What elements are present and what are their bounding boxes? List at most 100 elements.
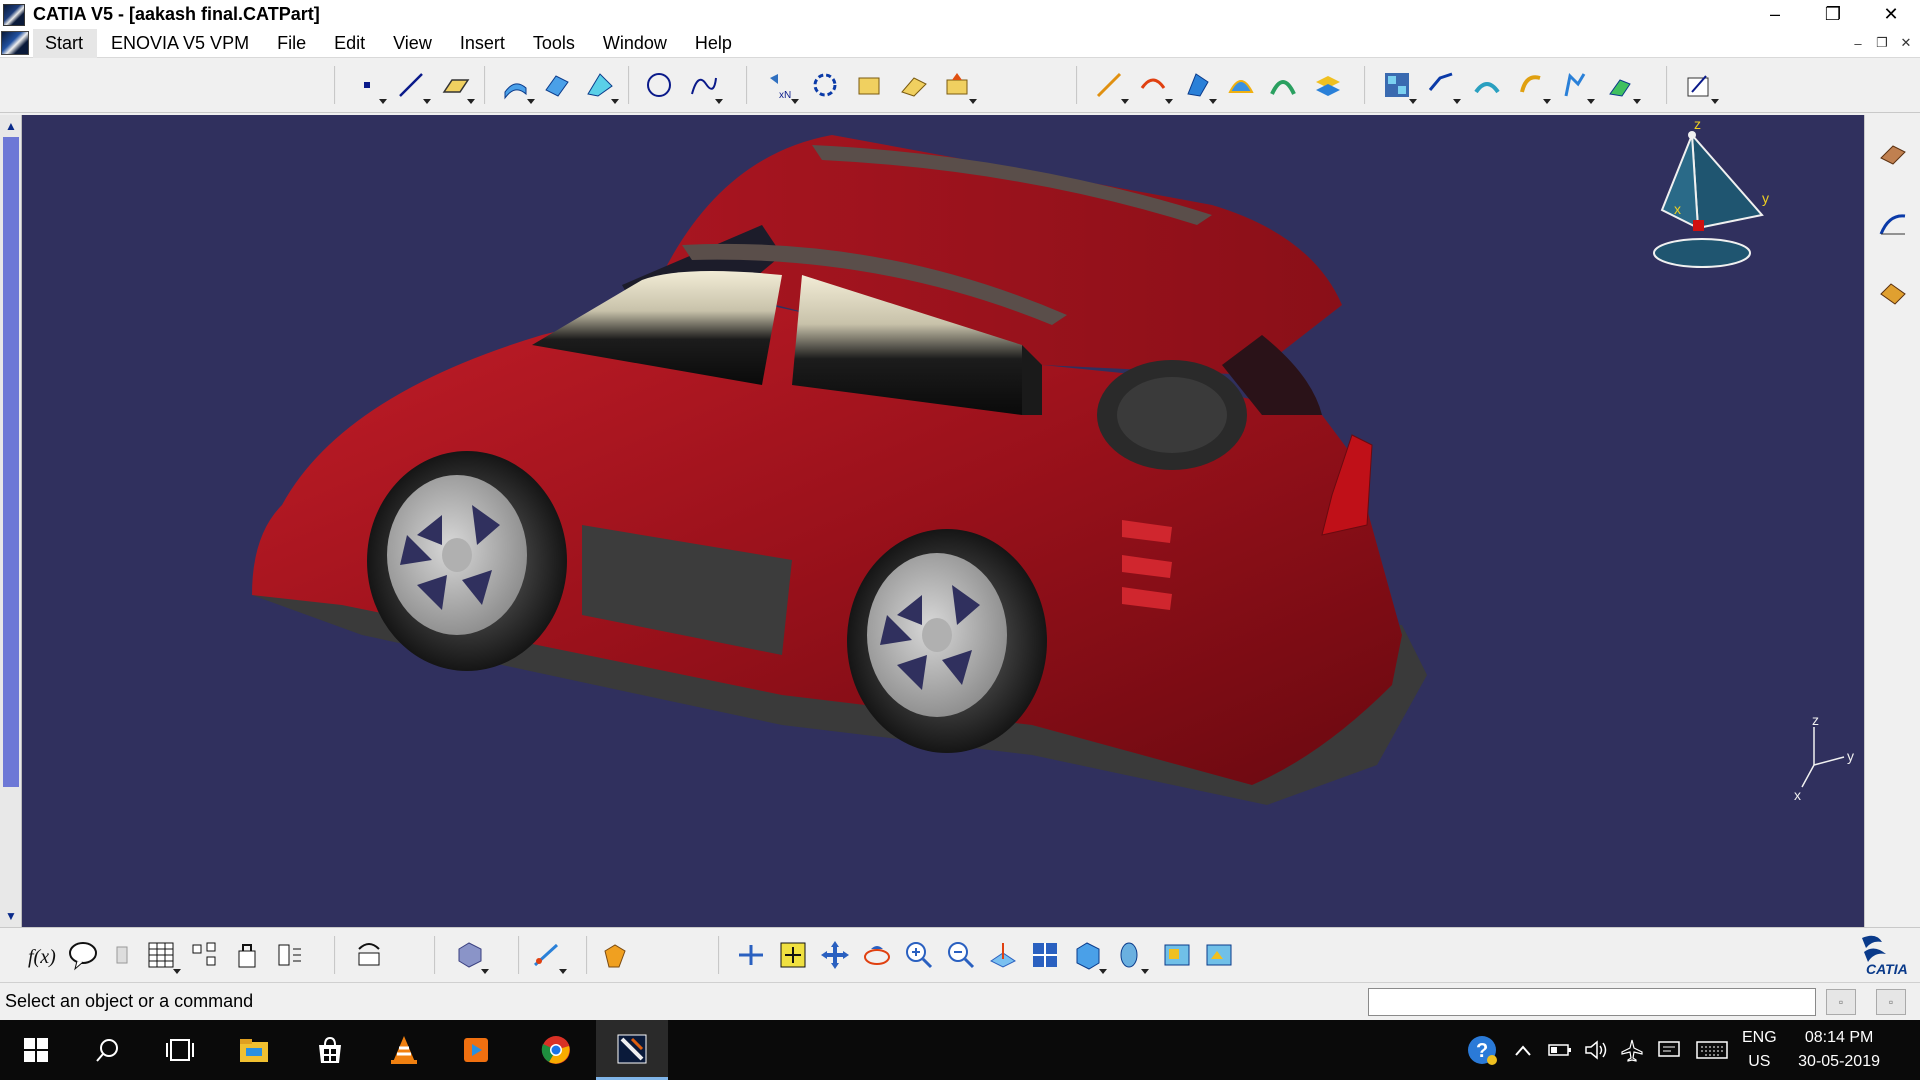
task-view-icon[interactable] <box>144 1020 216 1080</box>
object-repetition-icon[interactable] <box>272 938 306 972</box>
compass-icon[interactable]: z y x <box>1653 116 1769 268</box>
close-window-button[interactable]: ✕ <box>1862 0 1920 29</box>
keyboard-icon[interactable] <box>1692 1020 1732 1080</box>
freestyle-icon[interactable] <box>1876 275 1910 309</box>
action-center-icon[interactable] <box>1654 1020 1684 1080</box>
swap-visible-space-icon[interactable] <box>1202 938 1236 972</box>
search-icon[interactable] <box>72 1020 144 1080</box>
airplane-mode-icon[interactable] <box>1618 1020 1646 1080</box>
stop-command-button[interactable]: ▫ <box>1826 989 1856 1015</box>
sketch-icon[interactable] <box>1682 68 1719 104</box>
media-player-icon[interactable] <box>440 1020 512 1080</box>
svg-text:?: ? <box>1476 1040 1488 1062</box>
vlc-icon[interactable] <box>368 1020 440 1080</box>
power-input-button[interactable]: ▫ <box>1876 989 1906 1015</box>
circle-icon[interactable] <box>642 68 676 102</box>
chevron-up-icon[interactable] <box>1510 1020 1536 1080</box>
fill-surface-icon[interactable] <box>582 68 619 104</box>
translate-icon[interactable] <box>1136 68 1173 104</box>
zoom-in-icon[interactable] <box>902 938 936 972</box>
affinity-icon[interactable] <box>1310 68 1344 102</box>
update-icon[interactable] <box>352 938 386 972</box>
language-indicator[interactable]: ENG US <box>1742 1026 1777 1074</box>
microsoft-store-icon[interactable] <box>294 1020 366 1080</box>
normal-view-icon[interactable] <box>986 938 1020 972</box>
command-input[interactable] <box>1368 988 1816 1016</box>
design-table-icon[interactable] <box>144 938 181 974</box>
menu-help[interactable]: Help <box>681 29 746 58</box>
scroll-thumb[interactable] <box>3 137 19 787</box>
scroll-up-arrow-icon[interactable]: ▲ <box>3 118 19 134</box>
split-icon[interactable] <box>852 68 886 102</box>
hide-show-icon[interactable] <box>1160 938 1194 972</box>
knowledge-advisor-icon[interactable] <box>66 938 100 972</box>
catalog-browser-icon[interactable] <box>230 938 264 972</box>
line-icon[interactable] <box>394 68 431 104</box>
formula-icon[interactable]: f(x) <box>26 938 60 972</box>
scaling-icon[interactable] <box>1266 68 1300 102</box>
connect-checker-icon[interactable] <box>1514 68 1551 104</box>
part-design-icon[interactable] <box>1876 137 1910 171</box>
help-tray-icon[interactable]: ? <box>1462 1020 1502 1080</box>
svg-text:xN: xN <box>779 90 791 100</box>
windows-start-icon[interactable] <box>0 1020 72 1080</box>
menu-insert[interactable]: Insert <box>446 29 519 58</box>
catia-document-icon[interactable] <box>1 31 29 55</box>
plane-icon[interactable] <box>438 68 475 104</box>
sweep-surface-icon[interactable] <box>540 68 574 102</box>
rotate-icon[interactable] <box>1180 68 1217 104</box>
svg-text:f(x): f(x) <box>28 946 56 968</box>
zoom-out-icon[interactable] <box>944 938 978 972</box>
measure-icon[interactable] <box>530 938 567 974</box>
generative-shape-icon[interactable] <box>1876 207 1910 241</box>
apply-material-icon[interactable] <box>1604 68 1641 104</box>
surface-analysis-icon[interactable] <box>1470 68 1504 102</box>
restore-document-button[interactable]: ❐ <box>1872 33 1892 53</box>
minimize-window-button[interactable]: – <box>1746 0 1804 29</box>
menu-enovia-v5-vpm[interactable]: ENOVIA V5 VPM <box>97 29 263 58</box>
shading-icon[interactable] <box>1112 938 1149 974</box>
instantiate-icon[interactable] <box>188 938 222 972</box>
knowledge-inspector-icon[interactable] <box>106 938 140 972</box>
draft-analysis-icon[interactable] <box>1558 68 1595 104</box>
fit-all-in-icon[interactable] <box>776 938 810 972</box>
close-document-button[interactable]: ✕ <box>1896 33 1916 53</box>
restore-window-button[interactable]: ❐ <box>1804 0 1862 29</box>
catia-taskbar-icon[interactable] <box>596 1020 668 1080</box>
system-clock[interactable]: 08:14 PM 30-05-2019 <box>1798 1026 1880 1074</box>
analysis-icon[interactable] <box>1380 68 1417 104</box>
iso-view-icon[interactable] <box>1070 938 1107 974</box>
menu-window[interactable]: Window <box>589 29 681 58</box>
minimize-document-button[interactable]: – <box>1848 33 1868 53</box>
vertical-scrollbar[interactable]: ▲ ▼ <box>0 115 22 927</box>
extrude-surface-icon[interactable] <box>498 68 535 104</box>
symmetry-icon[interactable] <box>1224 68 1258 102</box>
multi-view-icon[interactable] <box>1028 938 1062 972</box>
body-icon[interactable] <box>452 938 489 974</box>
menu-view[interactable]: View <box>379 29 446 58</box>
apply-material-icon[interactable] <box>598 938 632 972</box>
point-icon[interactable] <box>350 68 387 104</box>
volume-icon[interactable] <box>1582 1020 1610 1080</box>
top-toolbar: xN <box>0 58 1920 113</box>
chrome-icon[interactable] <box>520 1020 592 1080</box>
rotate-view-icon[interactable] <box>860 938 894 972</box>
battery-icon[interactable] <box>1546 1020 1574 1080</box>
menu-tools[interactable]: Tools <box>519 29 589 58</box>
menu-edit[interactable]: Edit <box>320 29 379 58</box>
join-icon[interactable] <box>808 68 842 102</box>
pan-icon[interactable] <box>818 938 852 972</box>
scroll-down-arrow-icon[interactable]: ▼ <box>3 908 19 924</box>
menu-file[interactable]: File <box>263 29 320 58</box>
fillet-icon[interactable] <box>1092 68 1129 104</box>
fly-mode-icon[interactable] <box>734 938 768 972</box>
menu-start[interactable]: Start <box>33 28 98 58</box>
car-model-render[interactable]: z y x z y x <box>22 115 1864 927</box>
3d-viewport[interactable]: z y x z y x <box>22 115 1864 927</box>
curvature-icon[interactable] <box>1424 68 1461 104</box>
spline-icon[interactable] <box>686 68 723 104</box>
extract-icon[interactable] <box>940 68 977 104</box>
trim-icon[interactable] <box>896 68 930 102</box>
file-explorer-icon[interactable] <box>218 1020 290 1080</box>
repetition-icon[interactable]: xN <box>762 68 799 104</box>
